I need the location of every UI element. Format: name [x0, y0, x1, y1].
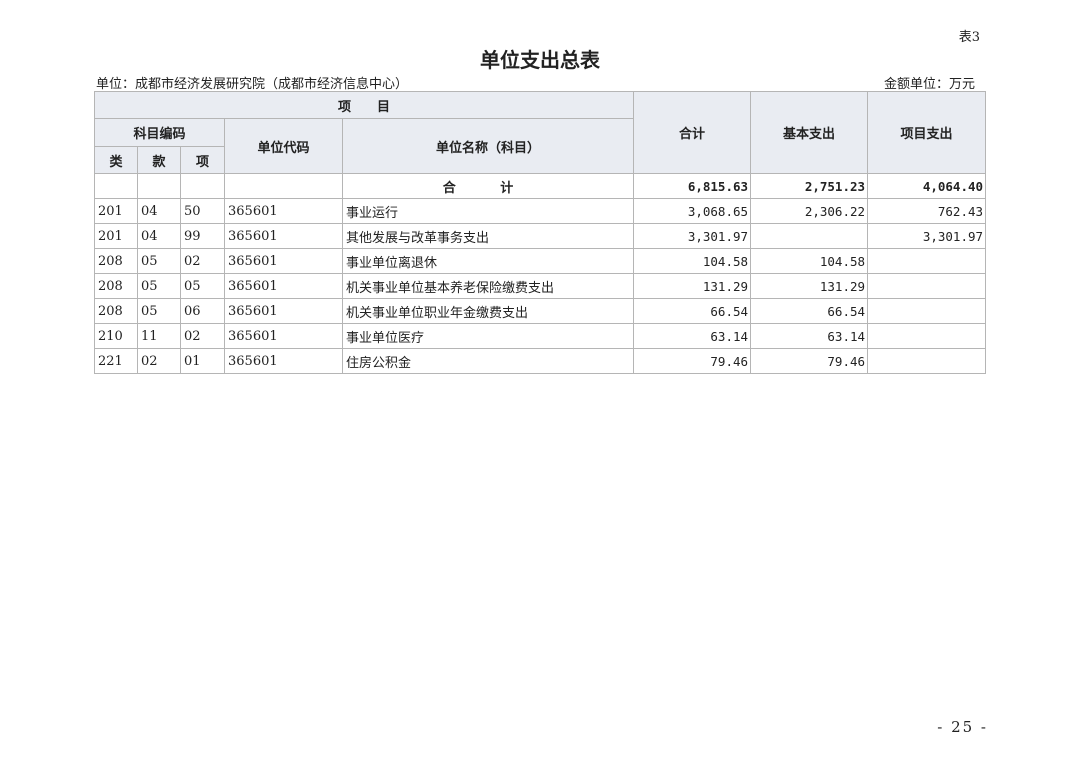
header-project-expenditure: 项目支出: [867, 91, 987, 174]
cell-basic: 2,306.22: [750, 198, 869, 224]
cell-unit-code: 365601: [224, 348, 343, 374]
header-basic: 基本支出: [750, 91, 869, 174]
cell-basic: 63.14: [750, 323, 869, 349]
cell-xiang: 50: [180, 198, 225, 224]
cell-kuan: 04: [137, 198, 181, 224]
cell-kuan: 02: [137, 348, 181, 374]
cell-unit-name: 机关事业单位基本养老保险缴费支出: [341, 273, 635, 299]
total-basic: 2,751.23: [750, 173, 869, 199]
cell-unit-name: 事业运行: [341, 198, 635, 224]
cell-lei: 221: [94, 348, 138, 374]
cell-kuan: 05: [137, 248, 181, 274]
table-row: 221 02 01 365601 住房公积金 79.46 79.46: [94, 348, 987, 374]
header-unit-name: 单位名称（科目）: [341, 118, 635, 174]
cell-unit-name: 事业单位医疗: [341, 323, 635, 349]
cell-kuan: 04: [137, 223, 181, 249]
cell-project: [867, 273, 987, 299]
cell-xiang: 05: [180, 273, 225, 299]
cell-basic: 79.46: [750, 348, 869, 374]
expenditure-table: 项 目 合计 基本支出 项目支出 科目编码 单位代码 单位名称（科目） 类 款 …: [93, 91, 987, 374]
total-row: 合 计 6,815.63 2,751.23 4,064.40: [94, 173, 987, 199]
header-lei: 类: [94, 146, 138, 174]
cell-total: 131.29: [633, 273, 752, 299]
cell-project: [867, 298, 987, 324]
cell-kuan: 05: [137, 273, 181, 299]
cell-project: [867, 348, 987, 374]
header-total: 合计: [633, 91, 752, 174]
cell-total: 3,301.97: [633, 223, 752, 249]
cell-unit-name: 其他发展与改革事务支出: [341, 223, 635, 249]
cell-unit-code: 365601: [224, 198, 343, 224]
table-row: 208 05 05 365601 机关事业单位基本养老保险缴费支出 131.29 131.2…: [94, 273, 987, 299]
cell-basic: 104.58: [750, 248, 869, 274]
cell-kuan: 11: [137, 323, 181, 349]
cell-unit-code: 365601: [224, 323, 343, 349]
cell-unit-code: 365601: [224, 298, 343, 324]
cell-basic: 131.29: [750, 273, 869, 299]
cell-project: 762.43: [867, 198, 987, 224]
cell-xiang: 99: [180, 223, 225, 249]
table-row: 210 11 02 365601 事业单位医疗 63.14 63.14: [94, 323, 987, 349]
cell-xiang: 02: [180, 323, 225, 349]
cell-project: [867, 248, 987, 274]
cell-unit-name: 事业单位离退休: [341, 248, 635, 274]
cell-unit-code: 365601: [224, 273, 343, 299]
cell-unit-code: 365601: [224, 248, 343, 274]
cell-total: 79.46: [633, 348, 752, 374]
cell-lei: 201: [94, 223, 138, 249]
cell-total: 104.58: [633, 248, 752, 274]
page-title: 单位支出总表: [480, 48, 600, 72]
cell-total: 63.14: [633, 323, 752, 349]
cell-lei: 201: [94, 198, 138, 224]
cell-basic: 66.54: [750, 298, 869, 324]
page-number: - 25 -: [937, 718, 988, 736]
unit-label: 单位：成都市经济发展研究院（成都市经济信息中心）: [96, 77, 409, 92]
cell-xiang: 02: [180, 248, 225, 274]
cell-total: 66.54: [633, 298, 752, 324]
cell-basic: [750, 223, 869, 249]
cell-unit-code: 365601: [224, 223, 343, 249]
cell-lei: 208: [94, 248, 138, 274]
total-label: 合 计: [341, 173, 635, 199]
table-number: 表3: [958, 30, 980, 45]
header-xiang: 项: [180, 146, 225, 174]
header-project: 项 目: [93, 91, 635, 119]
total-project: 4,064.40: [867, 173, 987, 199]
cell-unit-name: 机关事业单位职业年金缴费支出: [341, 298, 635, 324]
header-kuan: 款: [137, 146, 181, 174]
cell-project: 3,301.97: [867, 223, 987, 249]
cell-total: 3,068.65: [633, 198, 752, 224]
table-row: 201 04 99 365601 其他发展与改革事务支出 3,301.97 3,301.97: [94, 223, 987, 249]
table-row: 208 05 06 365601 机关事业单位职业年金缴费支出 66.54 66.54: [94, 298, 987, 324]
cell-lei: 210: [94, 323, 138, 349]
total-sum: 6,815.63: [633, 173, 752, 199]
table-row: 201 04 50 365601 事业运行 3,068.65 2,306.22 762.43: [94, 198, 987, 224]
table-row: 208 05 02 365601 事业单位离退休 104.58 104.58: [94, 248, 987, 274]
cell-unit-name: 住房公积金: [341, 348, 635, 374]
cell-lei: 208: [94, 298, 138, 324]
header-unit-code: 单位代码: [224, 118, 343, 174]
cell-kuan: 05: [137, 298, 181, 324]
cell-project: [867, 323, 987, 349]
amount-unit-label: 金额单位：万元: [883, 77, 975, 92]
cell-xiang: 06: [180, 298, 225, 324]
cell-xiang: 01: [180, 348, 225, 374]
cell-lei: 208: [94, 273, 138, 299]
header-subject-code: 科目编码: [94, 118, 225, 147]
